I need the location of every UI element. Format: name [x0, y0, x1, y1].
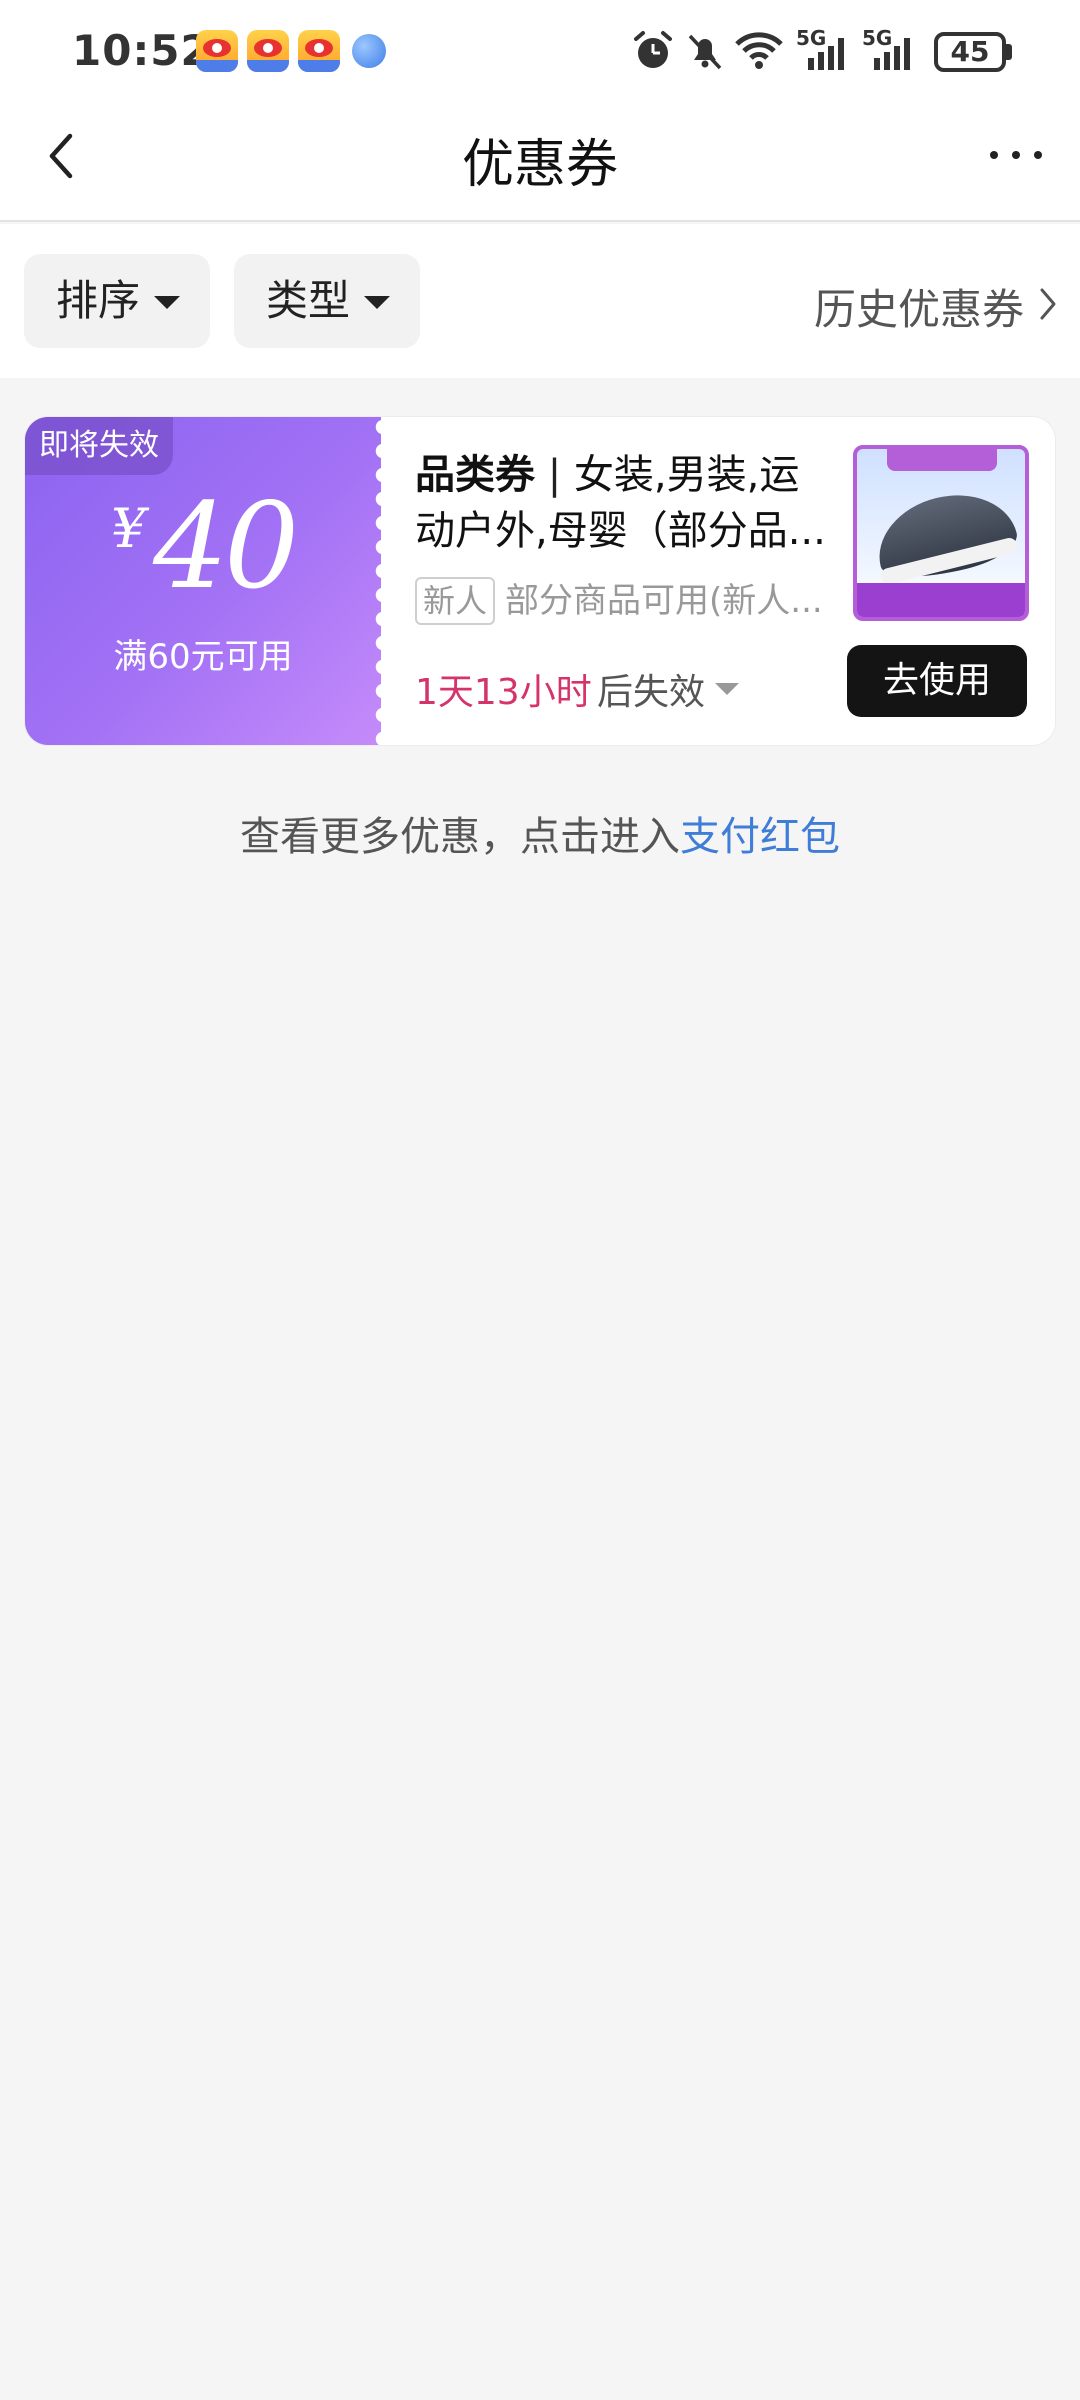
product-thumbnail[interactable]	[853, 445, 1029, 621]
coupon-type: 品类券	[415, 452, 535, 498]
title-separator: |	[547, 452, 562, 498]
sort-dropdown[interactable]: 排序	[24, 254, 210, 348]
chevron-right-icon[interactable]	[1036, 284, 1060, 324]
coupon-condition: 满60元可用	[113, 637, 293, 677]
history-coupons-link[interactable]: 历史优惠券	[814, 276, 1024, 337]
perforation-edge	[373, 417, 393, 745]
coupon-value-panel: 即将失效 ¥ 40 满60元可用	[25, 417, 381, 745]
expiry-suffix[interactable]: 后失效	[597, 663, 705, 715]
thumbnail-banner	[887, 449, 997, 471]
nav-header: 优惠券	[0, 100, 1080, 222]
expiry-countdown: 1天13小时	[415, 672, 592, 713]
status-bar: 10:52 5G 5G 45	[0, 0, 1080, 100]
caret-down-icon	[364, 296, 390, 309]
caret-down-icon[interactable]	[715, 683, 739, 695]
more-offers-label: 查看更多优惠，点击进入	[240, 814, 680, 860]
coupon-card[interactable]: 即将失效 ¥ 40 满60元可用 品类券 | 女装,男装,运动户外,母婴（部分品…	[24, 416, 1056, 746]
weibo-icon	[196, 30, 238, 72]
more-dots-icon[interactable]	[986, 140, 1046, 170]
coupon-title: 品类券 | 女装,男装,运动户外,母婴（部分品...	[415, 447, 835, 559]
currency-symbol: ¥	[111, 497, 146, 560]
coupon-description: 部分商品可用(新人...	[505, 581, 823, 621]
battery-tip	[1006, 44, 1012, 60]
alarm-icon	[634, 31, 672, 68]
use-coupon-button[interactable]: 去使用	[847, 645, 1027, 717]
red-packet-link[interactable]: 支付红包	[680, 814, 840, 860]
weibo-icon	[298, 30, 340, 72]
sort-label: 排序	[56, 276, 141, 325]
thumbnail-footer	[857, 583, 1025, 617]
caret-down-icon	[154, 296, 180, 309]
type-dropdown[interactable]: 类型	[234, 254, 420, 348]
weibo-icon	[247, 30, 289, 72]
more-offers-text: 查看更多优惠，点击进入支付红包	[0, 804, 1080, 862]
mute-bell-icon	[688, 34, 722, 70]
signal-icon	[808, 38, 844, 70]
page-title: 优惠券	[461, 135, 618, 195]
expiring-tag: 即将失效	[25, 417, 173, 475]
signal-icon	[874, 38, 910, 70]
browser-icon	[352, 34, 386, 68]
new-user-badge: 新人	[415, 577, 496, 625]
filter-bar: 排序 类型 历史优惠券	[0, 224, 1080, 378]
coupon-amount: 40	[153, 477, 299, 615]
battery-indicator: 45	[934, 32, 1006, 72]
type-label: 类型	[266, 276, 351, 325]
wifi-icon	[735, 32, 783, 69]
status-time: 10:52	[72, 26, 211, 75]
